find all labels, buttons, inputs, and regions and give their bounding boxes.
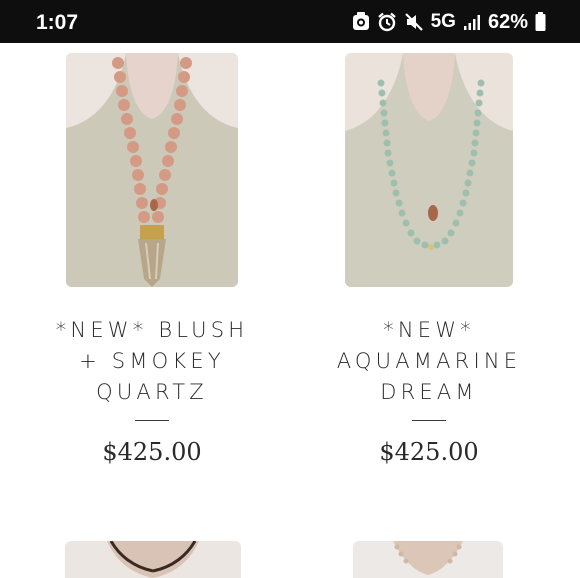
battery-icon (535, 12, 546, 32)
battery-percent: 62% (487, 10, 528, 33)
product-title-line: QUARTZ (96, 380, 208, 404)
product-image[interactable] (345, 53, 513, 287)
product-title-line: DREAM (380, 380, 478, 404)
divider (412, 420, 446, 421)
product-image-next-row-left[interactable] (65, 541, 241, 578)
status-bar: 1:07 5G 62% (0, 0, 580, 43)
product-price: $425.00 (102, 438, 202, 466)
product-title-line: AQUAMARINE (336, 349, 522, 373)
product-image-next-row-right[interactable] (353, 541, 503, 578)
product-title-line: + SMOKEY (79, 349, 225, 373)
product-title-line: *NEW* (383, 318, 475, 342)
status-time: 1:07 (36, 11, 79, 34)
alarm-icon (377, 12, 397, 32)
product-image[interactable] (66, 53, 238, 287)
status-icons: 5G 62% (352, 9, 546, 35)
divider (135, 420, 169, 421)
signal-icon (463, 13, 481, 31)
product-price: $425.00 (379, 438, 479, 466)
mute-icon (404, 12, 424, 32)
network-type: 5G (430, 11, 456, 32)
product-card-blush-smokey-quartz[interactable]: *NEW* BLUSH + SMOKEY QUARTZ $425.00 (40, 53, 264, 473)
product-title[interactable]: *NEW* AQUAMARINE DREAM (316, 315, 542, 408)
product-title-line: *NEW* BLUSH (55, 318, 249, 342)
cast-icon (352, 12, 370, 32)
product-card-aquamarine-dream[interactable]: *NEW* AQUAMARINE DREAM $425.00 (316, 53, 542, 473)
product-title[interactable]: *NEW* BLUSH + SMOKEY QUARTZ (40, 315, 264, 408)
